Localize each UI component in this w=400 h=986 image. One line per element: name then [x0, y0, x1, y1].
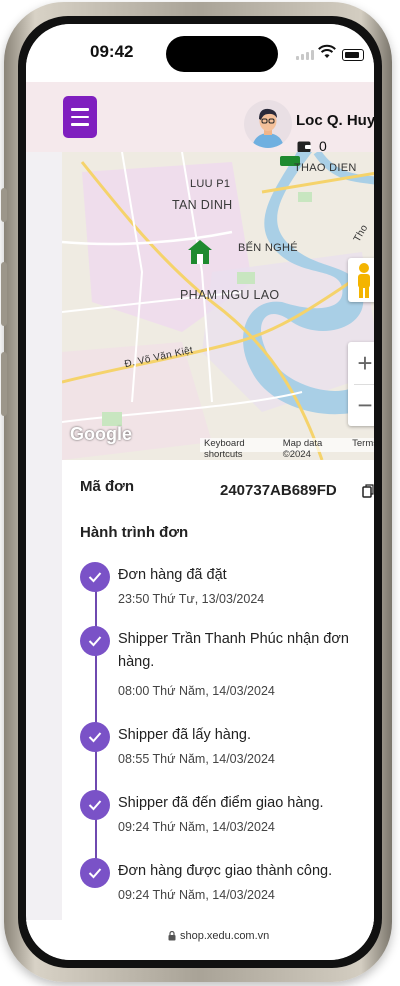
order-code-label: Mã đơn	[80, 478, 134, 495]
order-details: Mã đơn 240737AB689FD Hành trình đơn Đơn …	[62, 460, 374, 940]
menu-button[interactable]	[63, 96, 97, 138]
keyboard-shortcuts-link[interactable]: Keyboard shortcuts	[204, 438, 271, 460]
browser-url-bar[interactable]: shop.xedu.com.vn	[26, 920, 374, 960]
action-button	[1, 188, 7, 222]
phone-screen: 09:42 Loc Q. Huy 0 LUU P1 THAO DIEN TAN …	[26, 24, 374, 960]
timeline-step-datetime: 23:50 Thứ Tư, 13/03/2024	[118, 592, 265, 606]
timeline-step-text: Đơn hàng được giao thành công.	[118, 863, 333, 879]
user-avatar-icon	[252, 108, 284, 148]
status-bar: 09:42	[26, 24, 374, 82]
timeline-step-datetime: 08:00 Thứ Năm, 14/03/2024	[118, 684, 275, 698]
avatar[interactable]	[244, 100, 292, 148]
zoom-in-button[interactable]: +	[348, 342, 374, 384]
wifi-icon	[318, 44, 336, 58]
order-code-value: 240737AB689FD	[220, 482, 337, 499]
timeline-step-datetime: 09:24 Thứ Năm, 14/03/2024	[118, 820, 275, 834]
map-data-text: Map data ©2024	[282, 438, 323, 460]
hamburger-icon-bar	[71, 123, 89, 126]
terms-link[interactable]: Terms	[352, 438, 374, 452]
timeline-step-datetime: 09:24 Thứ Năm, 14/03/2024	[118, 888, 275, 902]
timeline-step-text: Shipper đã lấy hàng.	[118, 727, 252, 743]
map-attribution: Keyboard shortcuts Map data ©2024 Terms	[200, 438, 374, 460]
check-icon	[80, 722, 110, 752]
check-icon	[80, 790, 110, 820]
check-icon	[80, 562, 110, 592]
zoom-out-button[interactable]: −	[348, 384, 374, 426]
check-icon	[80, 858, 110, 888]
timeline-step-text: Shipper Trần Thanh Phúc nhận đơn hàng.	[118, 631, 349, 670]
timeline-step-text: Đơn hàng đã đặt	[118, 567, 227, 583]
pegman-icon	[358, 263, 370, 298]
app-header: Loc Q. Huynh 0	[26, 82, 374, 154]
volume-up-button	[1, 262, 7, 326]
check-icon	[80, 626, 110, 656]
dynamic-island	[166, 36, 278, 72]
map-label-ben-nghe: BẾN NGHÉ	[238, 242, 298, 254]
map-label-luu-p1: LUU P1	[190, 178, 231, 190]
zoom-divider	[354, 384, 374, 385]
signal-icon	[296, 50, 314, 60]
zoom-controls: + −	[348, 342, 374, 426]
map-view[interactable]: LUU P1 THAO DIEN TAN DINH BẾN NGHÉ PHAM …	[62, 152, 374, 460]
url-text: shop.xedu.com.vn	[180, 930, 270, 942]
map-label-thao-dien: THAO DIEN	[294, 162, 357, 174]
copy-icon[interactable]	[362, 484, 374, 498]
timeline-step-text: Shipper đã đến điểm giao hàng.	[118, 795, 324, 811]
map-label-tan-dinh: TAN DINH	[172, 198, 233, 212]
wallet-icon	[297, 141, 311, 152]
map-label-pham-ngu-lao: PHAM NGU LAO	[180, 288, 280, 302]
street-view-pegman-button[interactable]	[348, 258, 374, 302]
lock-icon	[168, 931, 176, 941]
timeline-step-datetime: 08:55 Thứ Năm, 14/03/2024	[118, 752, 275, 766]
journey-title: Hành trình đơn	[80, 524, 189, 541]
url-display[interactable]: shop.xedu.com.vn	[168, 930, 269, 942]
hamburger-icon-bar	[71, 115, 89, 119]
status-time: 09:42	[90, 42, 134, 61]
phone-frame: 09:42 Loc Q. Huy 0 LUU P1 THAO DIEN TAN …	[1, 2, 392, 982]
google-logo: Google	[70, 424, 132, 444]
volume-down-button	[1, 352, 7, 416]
battery-icon	[342, 49, 364, 61]
user-name: Loc Q. Huynh	[296, 112, 374, 129]
hamburger-icon	[71, 108, 89, 111]
